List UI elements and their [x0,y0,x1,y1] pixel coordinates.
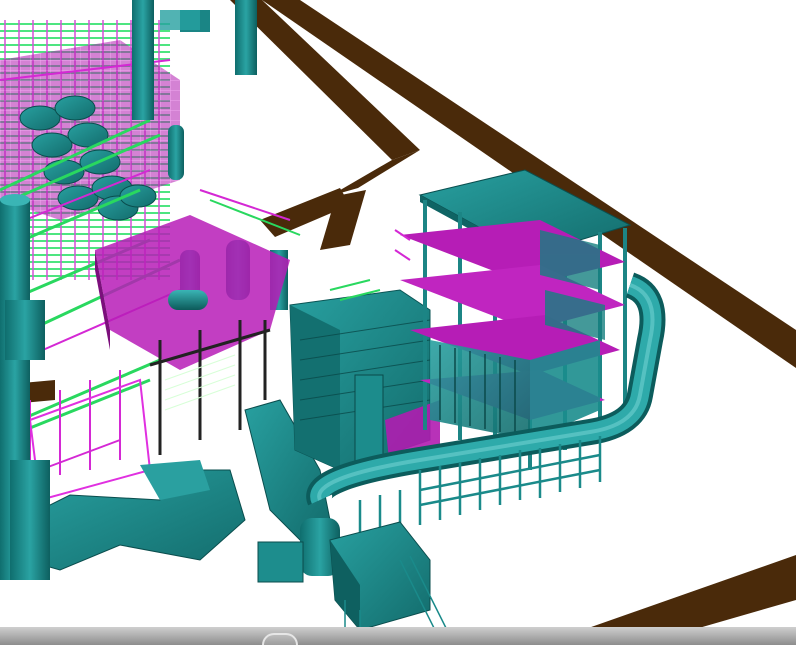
window-bottom-bar [0,627,796,645]
fired-heater-unit [289,289,440,471]
3d-viewport[interactable] [0,0,796,645]
plant-model-render[interactable] [0,0,796,645]
navigation-control-icon[interactable] [262,633,298,645]
